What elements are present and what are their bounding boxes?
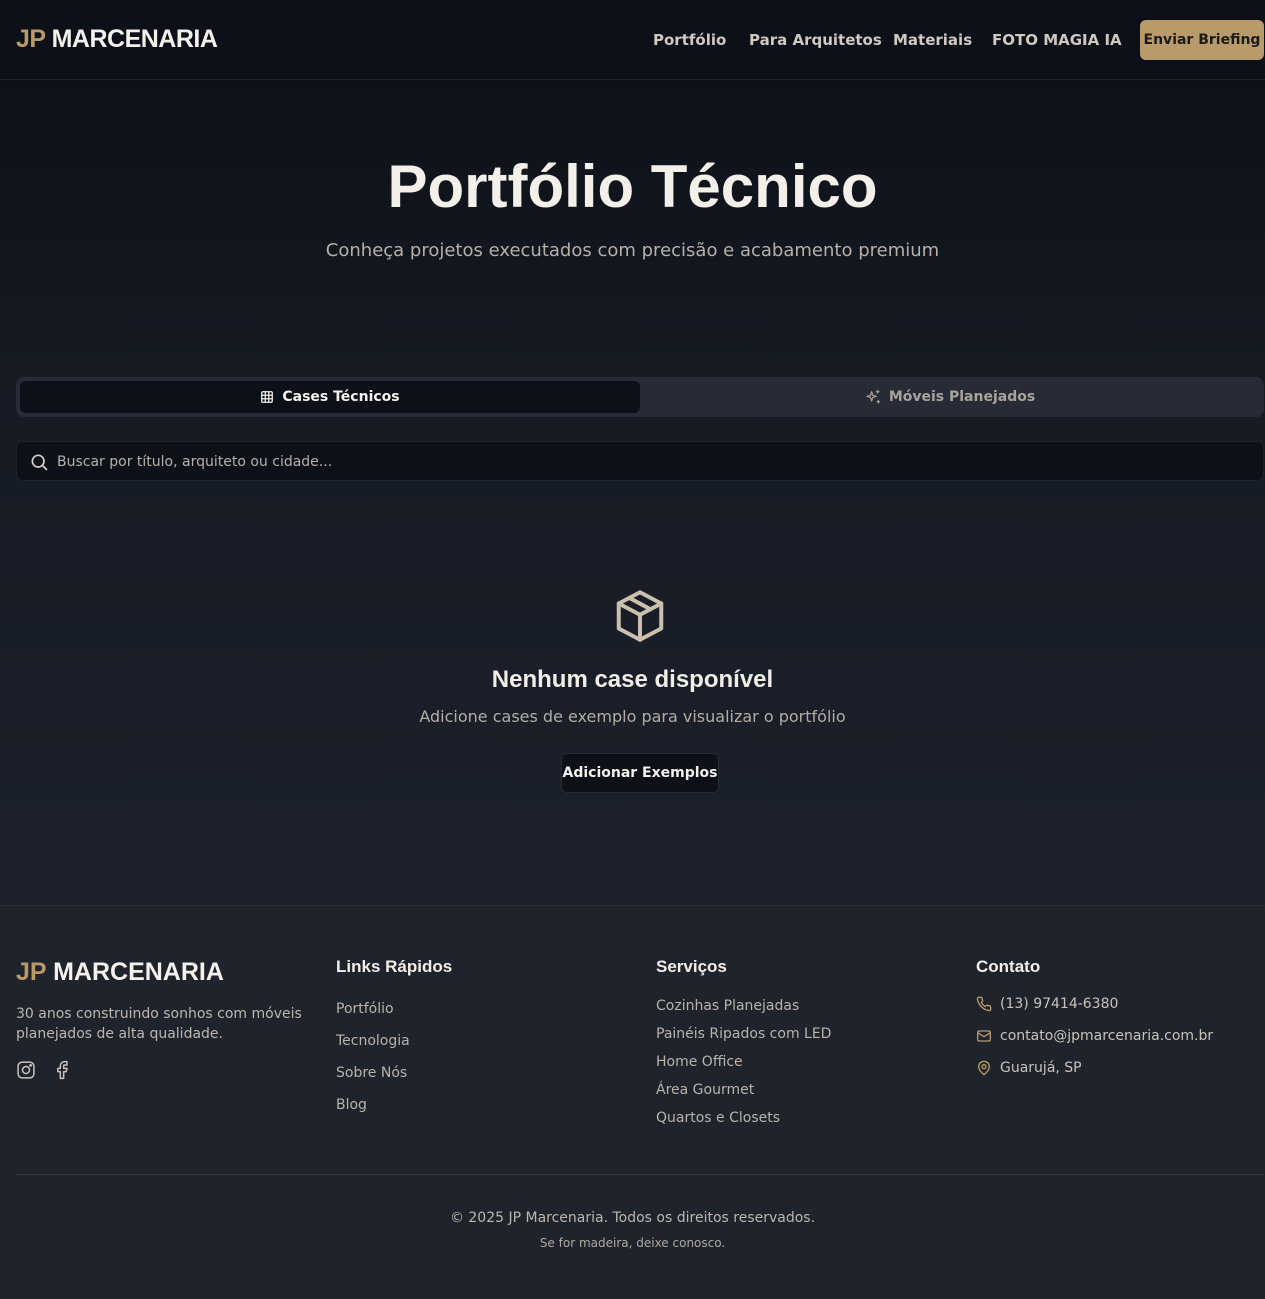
footer-tagline: Se for madeira, deixe conosco. <box>539 1236 726 1250</box>
footer-description: 30 anos construindo sonhos com móveis pl… <box>16 1006 302 1042</box>
service-item[interactable]: Área Gourmet <box>656 1082 754 1098</box>
service-item[interactable]: Home Office <box>656 1054 743 1070</box>
instagram-icon[interactable] <box>16 1060 36 1080</box>
service-item[interactable]: Cozinhas Planejadas <box>656 998 799 1014</box>
footer-link-blog[interactable]: Blog <box>336 1097 367 1113</box>
servicos-title: Serviços <box>656 957 727 976</box>
footer-logo-prefix: JP <box>16 958 47 986</box>
package-icon <box>616 590 664 642</box>
nav-foto-magia-ia[interactable]: FOTO MAGIA IA <box>992 31 1122 49</box>
contact-email-text: contato@jpmarcenaria.com.br <box>1000 1028 1214 1044</box>
logo-prefix: JP <box>16 25 46 53</box>
adicionar-exemplos-button[interactable]: Adicionar Exemplos <box>561 753 719 793</box>
portfolio-tabs: Cases Técnicos Móveis Planejados <box>16 377 1264 417</box>
nav-portfolio[interactable]: Portfólio <box>653 31 726 49</box>
service-item[interactable]: Quartos e Closets <box>656 1110 780 1126</box>
page-title: Portfólio Técnico <box>387 153 878 220</box>
mail-icon <box>977 1030 991 1042</box>
empty-state-subtitle: Adicione cases de exemplo para visualiza… <box>419 707 846 726</box>
footer-logo-name: MARCENARIA <box>53 958 224 986</box>
copyright: © 2025 JP Marcenaria. Todos os direitos … <box>449 1210 816 1226</box>
search-input[interactable] <box>57 450 1247 474</box>
service-item[interactable]: Painéis Ripados com LED <box>656 1026 831 1042</box>
links-rapidos-title: Links Rápidos <box>336 957 453 976</box>
tab-cases-label: Cases Técnicos <box>282 389 400 405</box>
enviar-briefing-button[interactable]: Enviar Briefing <box>1140 20 1264 60</box>
sparkles-icon <box>866 389 881 404</box>
map-pin-icon <box>978 1060 990 1076</box>
site-footer: JP MARCENARIA 30 anos construindo sonhos… <box>0 905 1265 1299</box>
contact-location-text: Guarujá, SP <box>1000 1060 1082 1076</box>
page-subtitle: Conheça projetos executados com precisão… <box>325 240 940 261</box>
grid-icon <box>261 391 274 403</box>
contact-phone[interactable]: (13) 97414-6380 <box>976 996 1118 1012</box>
tab-cases-tecnicos[interactable]: Cases Técnicos <box>20 381 640 413</box>
contato-title: Contato <box>976 957 1041 976</box>
footer-divider <box>16 1174 1264 1175</box>
footer-link-tecnologia[interactable]: Tecnologia <box>336 1033 410 1049</box>
logo-name: MARCENARIA <box>51 25 218 53</box>
search-icon <box>31 454 48 471</box>
logo[interactable]: JP MARCENARIA <box>16 25 218 54</box>
footer-link-portfolio[interactable]: Portfólio <box>336 1001 394 1017</box>
nav-materiais[interactable]: Materiais <box>893 31 972 49</box>
site-header: JP MARCENARIA Portfólio Para Arquitetos … <box>0 0 1265 80</box>
nav-para-arquitetos[interactable]: Para Arquitetos <box>749 31 882 49</box>
empty-state-title: Nenhum case disponível <box>491 666 774 693</box>
tab-moveis-planejados[interactable]: Móveis Planejados <box>640 381 1260 413</box>
footer-link-sobre-nos[interactable]: Sobre Nós <box>336 1065 407 1081</box>
tab-moveis-label: Móveis Planejados <box>888 389 1036 405</box>
contact-phone-text: (13) 97414-6380 <box>1000 996 1119 1012</box>
search-bar <box>16 441 1264 481</box>
phone-icon <box>976 996 992 1012</box>
contact-location: Guarujá, SP <box>976 1060 1082 1076</box>
footer-logo[interactable]: JP MARCENARIA <box>16 958 224 987</box>
contact-email[interactable]: contato@jpmarcenaria.com.br <box>976 1028 1213 1044</box>
facebook-icon[interactable] <box>52 1060 72 1080</box>
